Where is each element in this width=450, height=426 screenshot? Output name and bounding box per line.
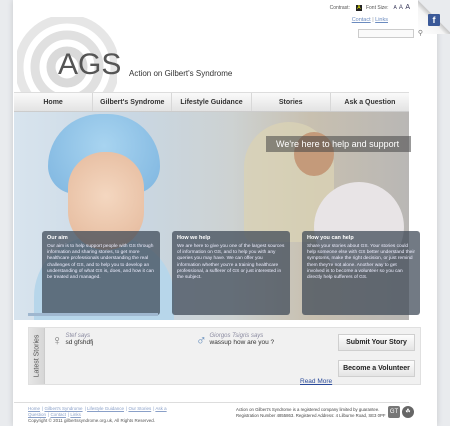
footer-logos: GT ☘	[388, 406, 414, 418]
become-a-volunteer-button[interactable]: Become a Volunteer	[338, 360, 415, 377]
font-size-small-link[interactable]: A	[393, 5, 396, 11]
latest-stories-label: Latest Stories	[33, 334, 40, 378]
nav-item-gilberts-syndrome[interactable]: Gilbert's Syndrome	[93, 93, 173, 111]
font-size-large-link[interactable]: A	[405, 4, 410, 11]
gt-logo-icon: GT	[388, 406, 400, 418]
footer-link-home[interactable]: Home	[28, 406, 40, 411]
story-text: sd gfshdfj	[65, 339, 94, 346]
our-aim-box: Our aim Our aim is to help support peopl…	[42, 231, 160, 315]
font-size-medium-link[interactable]: A	[399, 5, 403, 11]
contrast-label: Contrast:	[329, 4, 350, 11]
font-size-label: Font Size:	[365, 4, 389, 11]
logo-full-name: Action on Gilbert's Syndrome	[129, 69, 233, 78]
search-input[interactable]	[358, 29, 414, 38]
story-item[interactable]: ♀ Stef says sd gfshdfj	[52, 333, 93, 347]
links-link[interactable]: Links	[375, 17, 388, 23]
footer-link-contact[interactable]: Contact	[50, 412, 66, 417]
nav-item-home[interactable]: Home	[14, 93, 94, 111]
hero-tagline: We're here to help and support	[266, 136, 411, 152]
read-more-link[interactable]: Read More	[300, 378, 332, 385]
male-icon: ♂	[196, 332, 207, 348]
story-text: wassup how are you ?	[209, 339, 275, 346]
facebook-icon[interactable]: f	[428, 14, 440, 26]
hero-slide-indicator	[28, 313, 158, 316]
logo-acronym[interactable]: AGS	[58, 48, 121, 82]
footer-link-gilberts-syndrome[interactable]: Gilbert's Syndrome	[44, 406, 82, 411]
top-links: Contact | Links	[352, 17, 388, 23]
submit-your-story-button[interactable]: Submit Your Story	[338, 334, 415, 351]
our-aim-title: Our aim	[47, 235, 68, 241]
how-we-help-text: We are here to give you one of the large…	[177, 244, 285, 281]
search-icon[interactable]: ⚲	[416, 29, 425, 38]
footer-link-our-stories[interactable]: Our Stories	[128, 406, 151, 411]
footer-link-links[interactable]: Links	[70, 412, 81, 417]
how-we-help-box: How we help We are here to give you one …	[172, 231, 290, 315]
how-you-can-help-text: Share your stories about GS. Your storie…	[307, 244, 415, 281]
how-you-can-help-title: How you can help	[307, 235, 354, 241]
copyright-text: Copyright © 2011 gilbertssyndrome.org.uk…	[28, 418, 156, 423]
footer-divider	[14, 402, 409, 403]
footer-link-lifestyle-guidance[interactable]: Lifestyle Guidance	[87, 406, 124, 411]
contact-link[interactable]: Contact	[352, 17, 371, 23]
contrast-toggle[interactable]: A	[355, 4, 362, 11]
footer-links: Home | Gilbert's Syndrome | Lifestyle Guid…	[28, 406, 167, 417]
nav-item-ask-a-question[interactable]: Ask a Question	[331, 93, 409, 111]
toplinks-separator: |	[372, 17, 374, 23]
latest-stories-tab: Latest Stories	[29, 328, 45, 384]
nav-item-stories[interactable]: Stories	[252, 93, 331, 111]
how-we-help-title: How we help	[177, 235, 211, 241]
legal-text: Action on Gilbert's Syndrome is a regist…	[236, 407, 386, 418]
clover-logo-icon: ☘	[402, 406, 414, 418]
accessibility-bar: Contrast: A Font Size: A A A	[330, 4, 410, 11]
female-icon: ♀	[52, 332, 63, 348]
our-aim-text: Our aim is to help support people with G…	[47, 244, 154, 281]
story-item[interactable]: ♂ Giorgos Tsigris says wassup how are yo…	[196, 333, 274, 347]
main-nav: Home Gilbert's Syndrome Lifestyle Guidan…	[14, 92, 409, 112]
nav-item-lifestyle-guidance[interactable]: Lifestyle Guidance	[172, 93, 252, 111]
how-you-can-help-box: How you can help Share your stories abou…	[302, 231, 420, 315]
